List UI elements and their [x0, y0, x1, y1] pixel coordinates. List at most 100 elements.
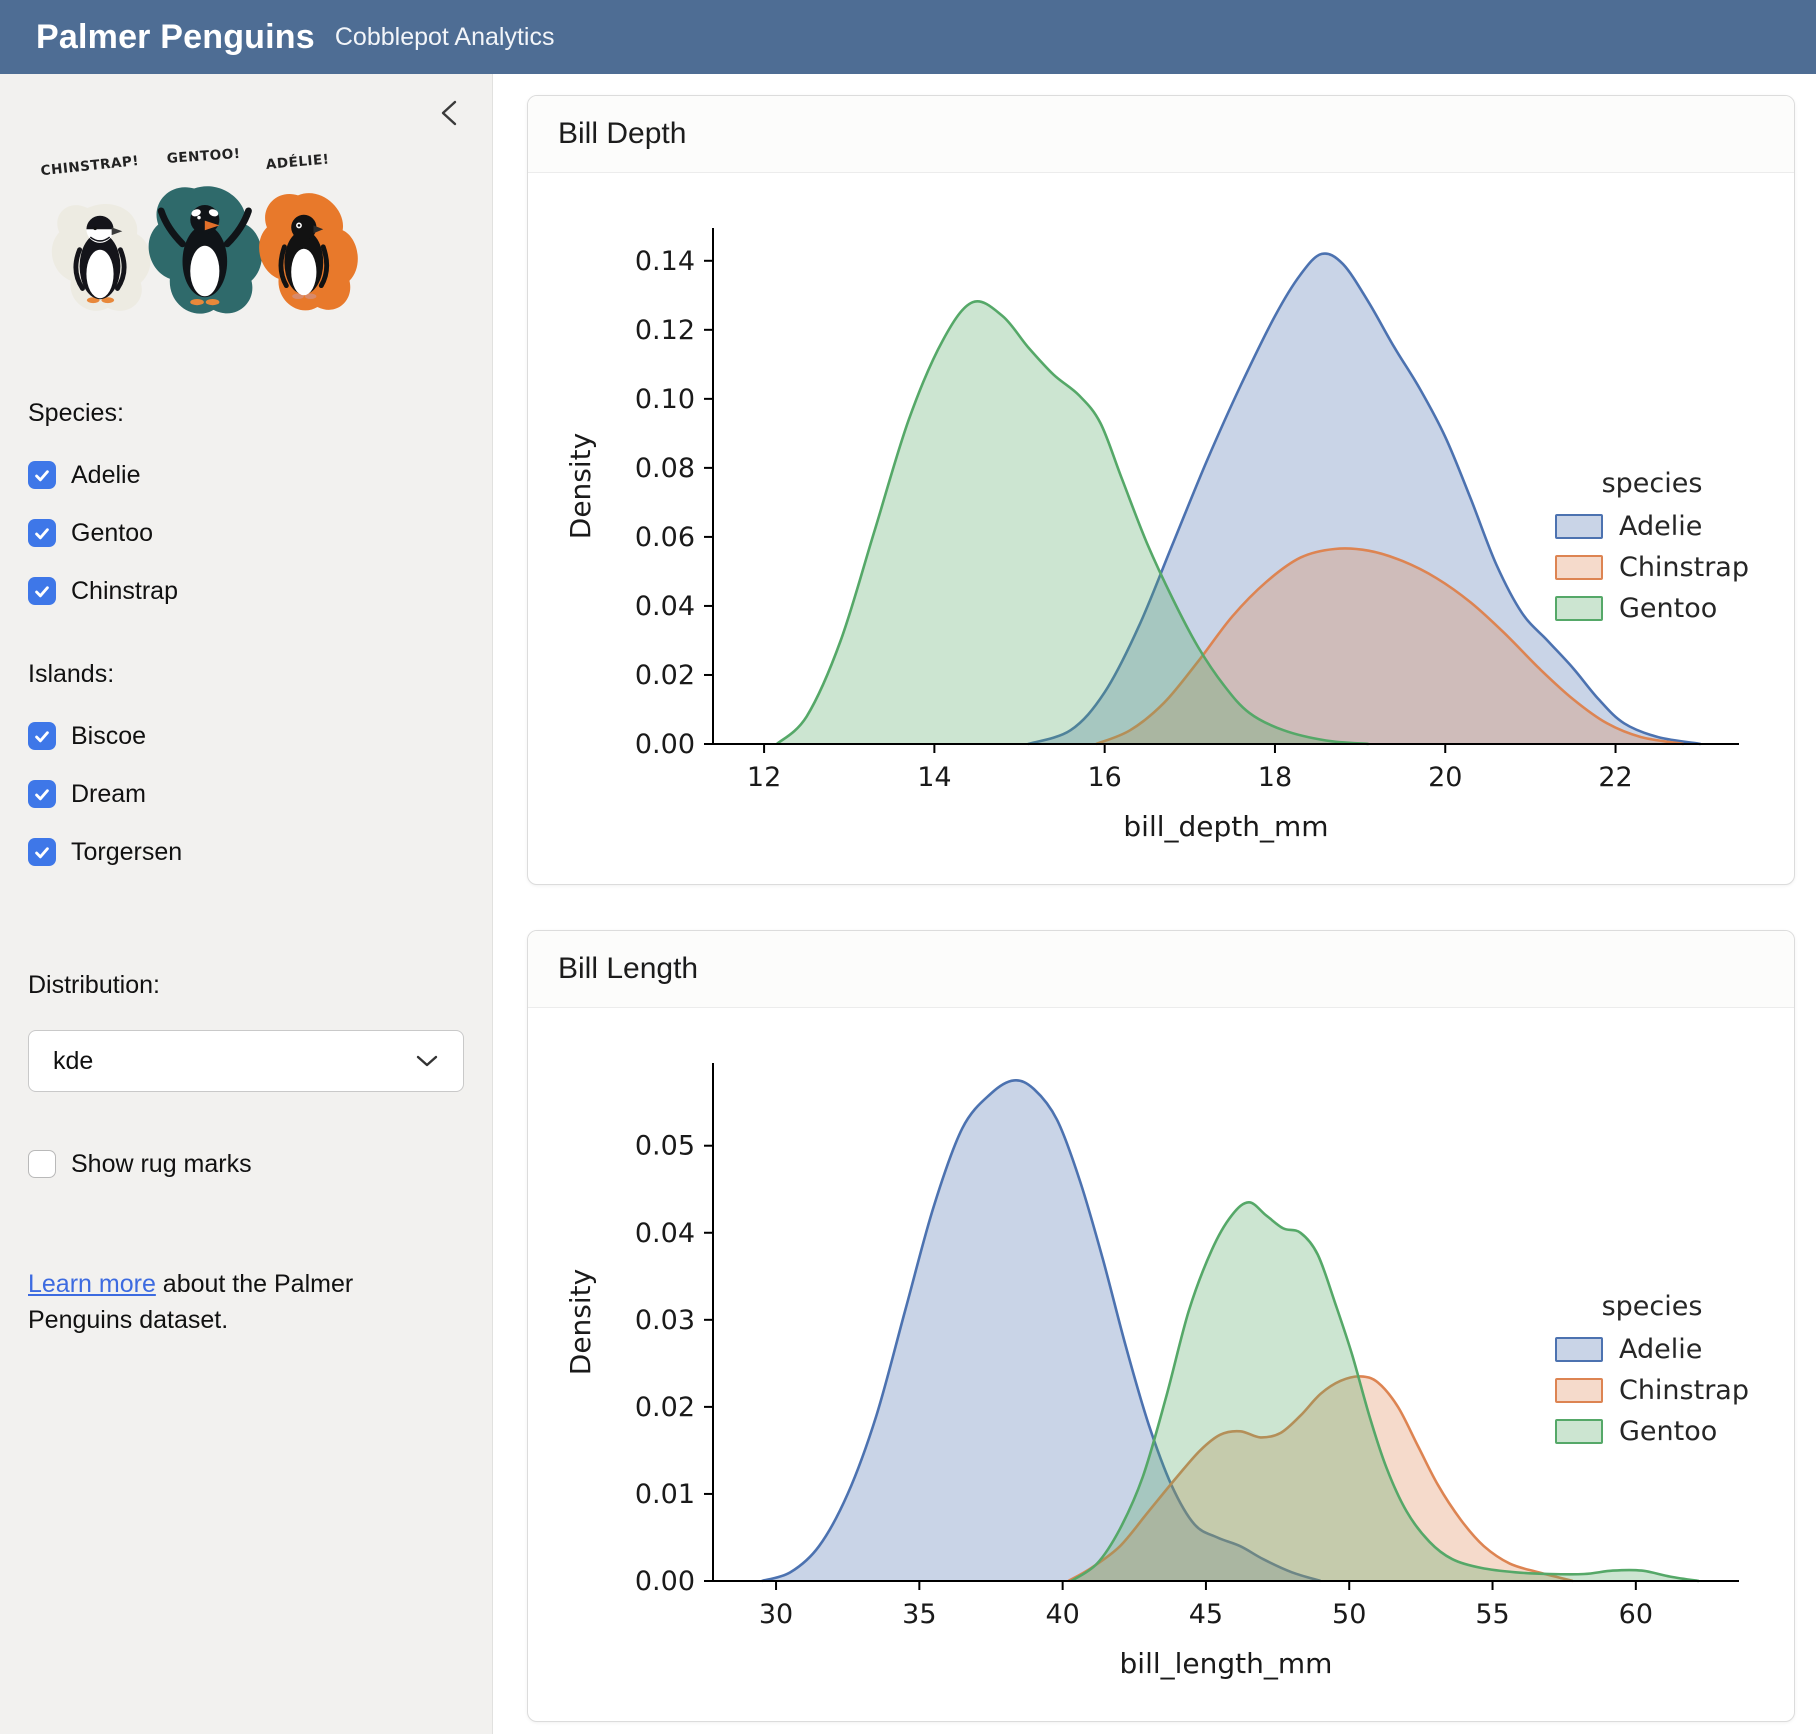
- checkbox-label: Torgersen: [71, 838, 182, 867]
- learn-more-link[interactable]: Learn more: [28, 1270, 156, 1298]
- checkbox-box[interactable]: [28, 722, 56, 750]
- legend-label: Chinstrap: [1619, 1375, 1749, 1406]
- x-axis-label: bill_length_mm: [1120, 1647, 1333, 1680]
- legend-item-chinstrap: Chinstrap: [1555, 1375, 1749, 1406]
- checkbox-island-torgersen[interactable]: Torgersen: [28, 835, 464, 869]
- check-icon: [34, 846, 50, 859]
- chevron-down-icon: [415, 1054, 439, 1068]
- x-tick-label: 12: [747, 762, 781, 793]
- checkbox-species-gentoo[interactable]: Gentoo: [28, 516, 464, 550]
- legend-swatch: [1555, 1419, 1603, 1444]
- checkbox-show-rug-marks[interactable]: Show rug marks: [28, 1147, 464, 1181]
- y-axis-label: Density: [564, 433, 597, 539]
- y-tick-label: 0.08: [635, 453, 695, 484]
- x-tick-label: 45: [1189, 1599, 1223, 1630]
- legend-swatch: [1555, 1378, 1603, 1403]
- x-tick-label: 55: [1475, 1599, 1509, 1630]
- checkbox-label: Show rug marks: [71, 1150, 252, 1179]
- checkbox-species-chinstrap[interactable]: Chinstrap: [28, 574, 464, 608]
- x-axis-label: bill_depth_mm: [1123, 810, 1328, 843]
- check-icon: [34, 585, 50, 598]
- y-tick-label: 0.04: [635, 1218, 695, 1249]
- checkbox-island-dream[interactable]: Dream: [28, 777, 464, 811]
- sidebar: CHINSTRAP! GENTOO!: [0, 74, 493, 1734]
- card-bill-depth: Bill Depth 1214161820220.000.020.040.060…: [527, 95, 1795, 885]
- app-subtitle: Cobblepot Analytics: [335, 23, 555, 52]
- bill-depth-legend: species Adelie Chinstrap Gentoo: [1555, 468, 1749, 634]
- checkbox-box[interactable]: [28, 519, 56, 547]
- legend-swatch: [1555, 1337, 1603, 1362]
- checkbox-box[interactable]: [28, 1150, 56, 1178]
- legend-swatch: [1555, 596, 1603, 621]
- legend-item-chinstrap: Chinstrap: [1555, 552, 1749, 583]
- y-tick-label: 0.04: [635, 591, 695, 622]
- checkbox-box[interactable]: [28, 461, 56, 489]
- check-icon: [34, 730, 50, 743]
- checkbox-island-biscoe[interactable]: Biscoe: [28, 719, 464, 753]
- legend-title: species: [1555, 468, 1749, 499]
- check-icon: [34, 469, 50, 482]
- x-tick-label: 20: [1428, 762, 1462, 793]
- checkbox-box[interactable]: [28, 780, 56, 808]
- x-tick-label: 50: [1332, 1599, 1366, 1630]
- checkbox-label: Dream: [71, 780, 146, 809]
- app-title: Palmer Penguins: [36, 18, 315, 57]
- learn-more-text: Learn more about the Palmer Penguins dat…: [28, 1266, 458, 1339]
- chinstrap-label: CHINSTRAP!: [40, 153, 140, 179]
- legend-item-adelie: Adelie: [1555, 511, 1749, 542]
- checkbox-label: Adelie: [71, 461, 141, 490]
- y-tick-label: 0.02: [635, 1392, 695, 1423]
- bill-length-legend: species Adelie Chinstrap Gentoo: [1555, 1291, 1749, 1457]
- x-tick-label: 22: [1598, 762, 1632, 793]
- penguins-artwork-image: CHINSTRAP! GENTOO!: [34, 132, 364, 347]
- checkbox-label: Gentoo: [71, 519, 153, 548]
- species-section-label: Species:: [28, 399, 464, 428]
- legend-label: Gentoo: [1619, 1416, 1717, 1447]
- legend-label: Chinstrap: [1619, 552, 1749, 583]
- legend-item-adelie: Adelie: [1555, 1334, 1749, 1365]
- x-tick-label: 60: [1619, 1599, 1653, 1630]
- y-tick-label: 0.05: [635, 1131, 695, 1162]
- checkbox-label: Chinstrap: [71, 577, 178, 606]
- y-tick-label: 0.10: [635, 384, 695, 415]
- islands-section-label: Islands:: [28, 660, 464, 689]
- x-tick-label: 40: [1045, 1599, 1079, 1630]
- chinstrap-penguin: CHINSTRAP!: [40, 153, 151, 311]
- y-tick-label: 0.06: [635, 522, 695, 553]
- legend-item-gentoo: Gentoo: [1555, 593, 1749, 624]
- bill-depth-plot-area: 1214161820220.000.020.040.060.080.100.12…: [528, 173, 1794, 884]
- y-tick-label: 0.00: [635, 1566, 695, 1597]
- checkbox-box[interactable]: [28, 838, 56, 866]
- y-tick-label: 0.00: [635, 729, 695, 760]
- y-axis-label: Density: [564, 1269, 597, 1375]
- bill-depth-card-title: Bill Depth: [528, 96, 1794, 173]
- y-tick-label: 0.03: [635, 1305, 695, 1336]
- legend-swatch: [1555, 514, 1603, 539]
- adelie-penguin: ADÉLIE!: [259, 150, 358, 310]
- main-content: Bill Depth 1214161820220.000.020.040.060…: [493, 74, 1816, 1734]
- legend-swatch: [1555, 555, 1603, 580]
- y-tick-label: 0.02: [635, 660, 695, 691]
- x-tick-label: 30: [759, 1599, 793, 1630]
- legend-label: Adelie: [1619, 511, 1702, 542]
- legend-item-gentoo: Gentoo: [1555, 1416, 1749, 1447]
- x-tick-label: 35: [902, 1599, 936, 1630]
- distribution-select[interactable]: kde: [28, 1030, 464, 1092]
- gentoo-penguin: GENTOO!: [149, 146, 262, 314]
- distribution-selected-value: kde: [53, 1047, 93, 1076]
- adelie-label: ADÉLIE!: [265, 150, 330, 172]
- legend-label: Gentoo: [1619, 593, 1717, 624]
- checkbox-species-adelie[interactable]: Adelie: [28, 458, 464, 492]
- legend-title: species: [1555, 1291, 1749, 1322]
- checkbox-box[interactable]: [28, 577, 56, 605]
- x-tick-label: 18: [1258, 762, 1292, 793]
- x-tick-label: 14: [917, 762, 951, 793]
- collapse-sidebar-button[interactable]: [436, 98, 462, 128]
- bill-length-plot-area: 303540455055600.000.010.020.030.040.05bi…: [528, 1008, 1794, 1721]
- checkbox-label: Biscoe: [71, 722, 146, 751]
- check-icon: [34, 788, 50, 801]
- y-tick-label: 0.14: [635, 246, 695, 277]
- distribution-label: Distribution:: [28, 971, 464, 1000]
- bill-length-card-title: Bill Length: [528, 931, 1794, 1008]
- app-header: Palmer Penguins Cobblepot Analytics: [0, 0, 1816, 74]
